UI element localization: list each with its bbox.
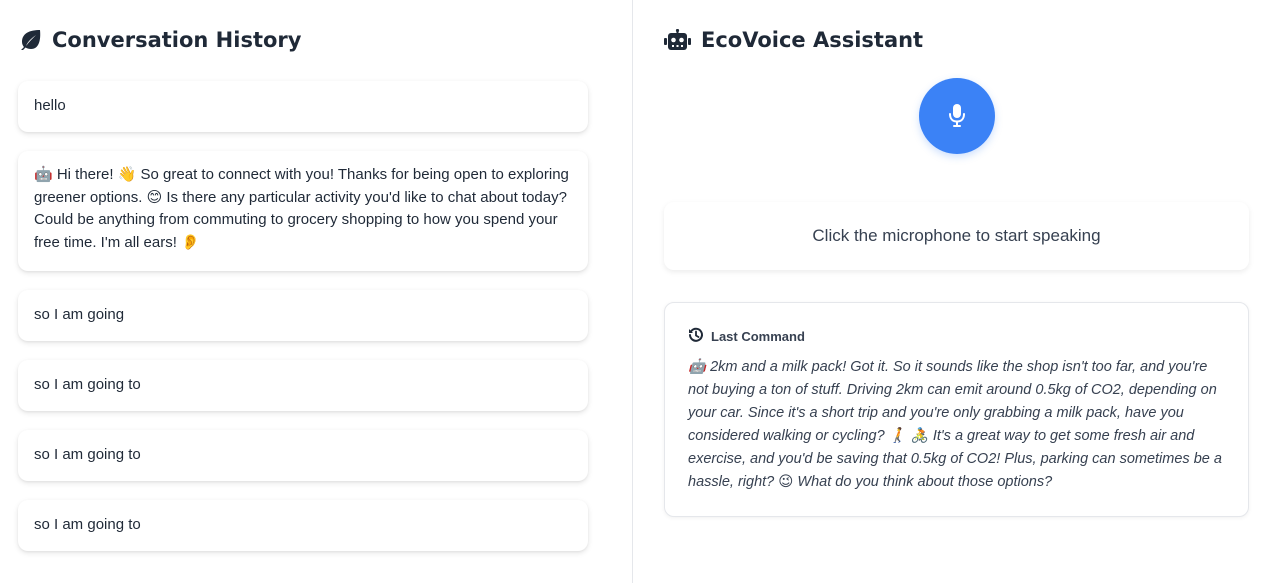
- message-text: so I am going to: [34, 376, 141, 394]
- message-text: 🤖 Hi there! 👋 So great to connect with y…: [34, 166, 569, 251]
- last-command-card: Last Command 🤖 2km and a milk pack! Got …: [664, 302, 1249, 517]
- microphone-button[interactable]: [919, 78, 995, 154]
- conversation-history-panel: Conversation History hello 🤖 Hi there! 👋…: [0, 0, 633, 583]
- last-command-title: Last Command: [711, 329, 805, 344]
- message-card: so I am going to: [18, 360, 588, 411]
- robot-icon: [664, 29, 691, 51]
- leaf-icon: [18, 29, 42, 51]
- history-icon: [688, 327, 704, 346]
- message-text: so I am going to: [34, 516, 141, 534]
- history-header: Conversation History: [18, 28, 301, 52]
- message-text: so I am going: [34, 306, 125, 324]
- message-card: so I am going to: [18, 430, 588, 481]
- microphone-icon: [948, 103, 966, 130]
- assistant-panel: EcoVoice Assistant Click the microphone …: [634, 0, 1280, 583]
- history-title: Conversation History: [52, 28, 302, 52]
- message-text: so I am going to: [34, 446, 141, 464]
- last-command-text: 🤖 2km and a milk pack! Got it. So it sou…: [688, 359, 1222, 490]
- assistant-title: EcoVoice Assistant: [701, 28, 924, 52]
- message-card: so I am going to: [18, 500, 588, 551]
- last-command-header: Last Command: [688, 327, 1225, 346]
- status-card: Click the microphone to start speaking: [664, 202, 1249, 270]
- message-card: hello: [18, 81, 588, 132]
- message-card: 🤖 Hi there! 👋 So great to connect with y…: [18, 151, 588, 271]
- message-text: hello: [34, 97, 66, 115]
- status-text: Click the microphone to start speaking: [812, 226, 1101, 245]
- message-list[interactable]: hello 🤖 Hi there! 👋 So great to connect …: [18, 81, 588, 570]
- message-card: so I am going: [18, 290, 588, 341]
- assistant-header: EcoVoice Assistant: [664, 28, 923, 52]
